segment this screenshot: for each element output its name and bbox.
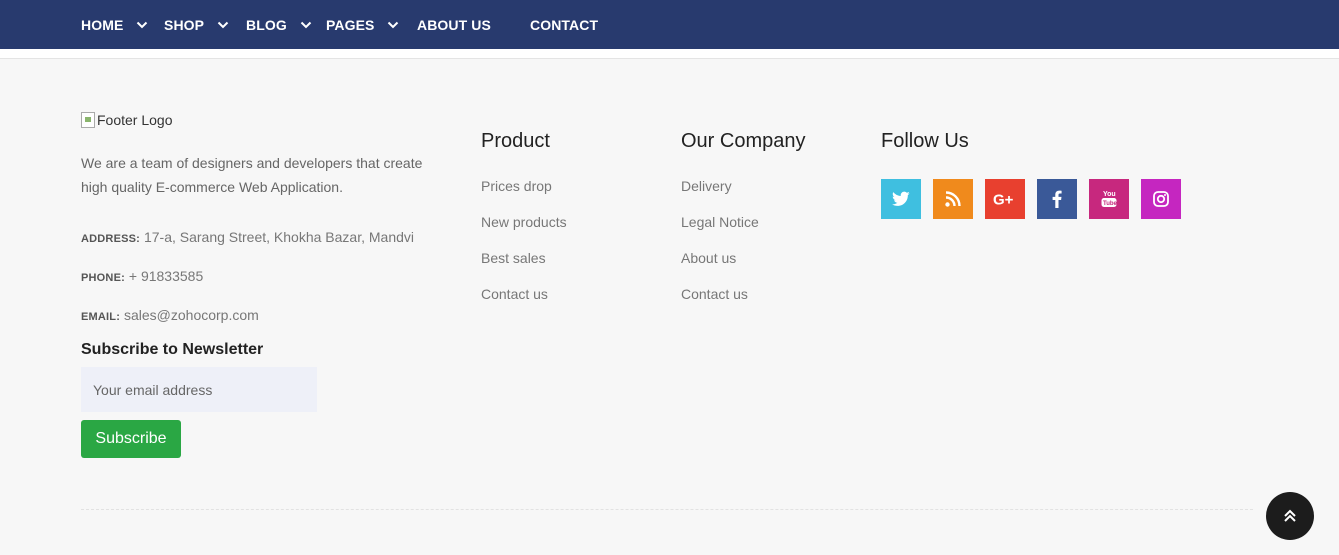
svg-text:G+: G+ bbox=[993, 192, 1014, 208]
nav-item-contact[interactable]: CONTACT bbox=[530, 0, 598, 49]
chevron-down-icon bbox=[300, 19, 312, 31]
footer-link-delivery[interactable]: Delivery bbox=[681, 178, 732, 194]
footer-logo[interactable]: Footer Logo bbox=[81, 112, 173, 128]
svg-text:You: You bbox=[1103, 191, 1116, 198]
footer-link-company-contact-us[interactable]: Contact us bbox=[681, 286, 748, 302]
footer-address: ADDRESS: 17-a, Sarang Street, Khokha Baz… bbox=[81, 229, 414, 245]
svg-text:Tube: Tube bbox=[1103, 201, 1118, 207]
nav-item-pages[interactable]: PAGES bbox=[326, 0, 399, 49]
email-label: EMAIL: bbox=[81, 311, 121, 323]
footer-link-best-sales[interactable]: Best sales bbox=[481, 250, 546, 266]
address-label: ADDRESS: bbox=[81, 233, 141, 245]
instagram-button[interactable] bbox=[1141, 179, 1181, 219]
nav-item-blog[interactable]: BLOG bbox=[246, 0, 312, 49]
newsletter-email-input[interactable] bbox=[81, 367, 317, 412]
nav-label-home: HOME bbox=[81, 16, 124, 33]
twitter-icon bbox=[892, 191, 910, 206]
footer-divider bbox=[81, 509, 1253, 510]
follow-column-title: Follow Us bbox=[881, 130, 969, 152]
footer-link-prices-drop[interactable]: Prices drop bbox=[481, 178, 552, 194]
footer-link-contact-us[interactable]: Contact us bbox=[481, 286, 548, 302]
main-navbar: HOME SHOP BLOG PAGES ABOUT US CONTACT bbox=[0, 0, 1339, 49]
footer-phone: PHONE: + 91833585 bbox=[81, 268, 203, 284]
nav-item-home[interactable]: HOME bbox=[81, 0, 148, 49]
double-chevron-up-icon bbox=[1284, 509, 1296, 522]
footer-email: EMAIL: sales@zohocorp.com bbox=[81, 307, 259, 323]
newsletter-title: Subscribe to Newsletter bbox=[81, 341, 264, 358]
instagram-icon bbox=[1153, 191, 1169, 207]
chevron-down-icon bbox=[217, 19, 229, 31]
product-column-title: Product bbox=[481, 130, 550, 152]
footer-about-text: We are a team of designers and developer… bbox=[81, 155, 423, 195]
back-to-top-button[interactable] bbox=[1266, 492, 1314, 540]
footer-logo-alt: Footer Logo bbox=[97, 112, 173, 128]
email-value[interactable]: sales@zohocorp.com bbox=[124, 307, 259, 323]
footer-link-new-products[interactable]: New products bbox=[481, 214, 567, 230]
twitter-button[interactable] bbox=[881, 179, 921, 219]
chevron-down-icon bbox=[387, 19, 399, 31]
chevron-down-icon bbox=[136, 19, 148, 31]
youtube-icon: You Tube bbox=[1101, 191, 1118, 207]
footer-link-about-us[interactable]: About us bbox=[681, 250, 736, 266]
nav-item-shop[interactable]: SHOP bbox=[164, 0, 229, 49]
nav-label-contact: CONTACT bbox=[530, 16, 599, 33]
phone-value: + 91833585 bbox=[128, 268, 204, 284]
company-column-title: Our Company bbox=[681, 130, 806, 152]
phone-label: PHONE: bbox=[81, 272, 125, 284]
broken-image-icon bbox=[81, 112, 95, 128]
nav-label-pages: PAGES bbox=[326, 16, 375, 33]
nav-label-shop: SHOP bbox=[164, 16, 205, 33]
rss-icon bbox=[945, 191, 961, 207]
google-plus-button[interactable]: G+ bbox=[985, 179, 1025, 219]
youtube-button[interactable]: You Tube bbox=[1089, 179, 1129, 219]
subscribe-button[interactable]: Subscribe bbox=[81, 420, 181, 458]
facebook-icon bbox=[1052, 190, 1062, 208]
nav-label-about-us: ABOUT US bbox=[417, 16, 491, 33]
google-plus-icon: G+ bbox=[993, 192, 1014, 208]
nav-label-blog: BLOG bbox=[246, 16, 287, 33]
address-value: 17-a, Sarang Street, Khokha Bazar, Mandv… bbox=[143, 229, 414, 245]
nav-item-about-us[interactable]: ABOUT US bbox=[417, 0, 491, 49]
nav-bottom-strip bbox=[0, 49, 1339, 59]
facebook-button[interactable] bbox=[1037, 179, 1077, 219]
rss-button[interactable] bbox=[933, 179, 973, 219]
footer-link-legal-notice[interactable]: Legal Notice bbox=[681, 214, 759, 230]
